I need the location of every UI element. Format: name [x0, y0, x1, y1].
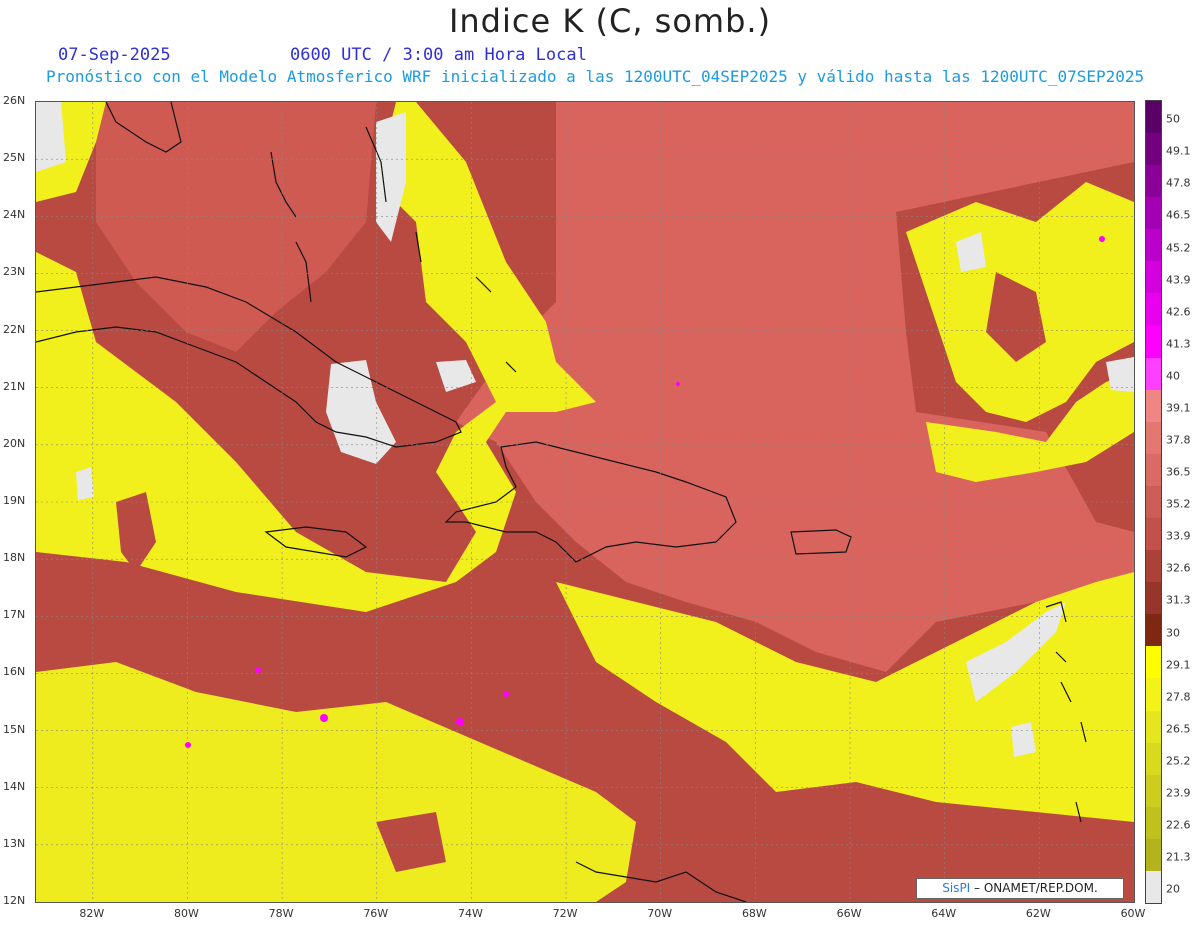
color-scale-label: 50	[1166, 112, 1180, 126]
color-scale-label: 42.6	[1166, 305, 1191, 319]
color-scale-label: 39.1	[1166, 401, 1191, 415]
longitude-label: 76W	[363, 907, 389, 920]
latitude-label: 12N	[3, 894, 26, 907]
color-scale-swatch	[1146, 614, 1161, 647]
color-scale-label: 45.2	[1166, 241, 1191, 255]
color-scale-swatch	[1146, 421, 1161, 455]
credit-box: SisPI – ONAMET/REP.DOM.	[916, 878, 1124, 899]
color-scale-label: 47.8	[1166, 176, 1191, 190]
color-scale-swatch	[1146, 261, 1161, 294]
color-scale-label: 46.5	[1166, 208, 1191, 222]
color-scale-label: 25.2	[1166, 754, 1191, 768]
color-scale-label: 43.9	[1166, 273, 1191, 287]
longitude-label: 72W	[552, 907, 578, 920]
longitude-label: 70W	[647, 907, 673, 920]
latitude-label: 19N	[3, 494, 26, 507]
longitude-label: 82W	[79, 907, 105, 920]
latitude-label: 25N	[3, 151, 26, 165]
latitude-label: 23N	[3, 265, 26, 279]
forecast-date: 07-Sep-2025	[58, 45, 171, 65]
color-scale-label: 23.9	[1166, 786, 1191, 800]
color-scale-swatch	[1146, 678, 1161, 712]
color-scale-swatch	[1146, 293, 1161, 327]
k-max-speck	[456, 718, 464, 726]
color-scale-swatch	[1146, 870, 1161, 904]
map-canvas	[36, 102, 1134, 902]
forecast-time: 0600 UTC / 3:00 am Hora Local	[290, 45, 587, 65]
color-scale-swatch	[1146, 710, 1161, 744]
color-scale-label: 37.8	[1166, 433, 1191, 447]
color-scale-label: 20	[1166, 882, 1180, 896]
credit-text: – ONAMET/REP.DOM.	[974, 881, 1098, 895]
color-scale-swatch	[1146, 485, 1161, 519]
k20-patch-3	[36, 102, 66, 172]
latitude-label: 17N	[3, 608, 26, 622]
color-scale-label: 32.6	[1166, 561, 1191, 575]
color-scale-label: 22.6	[1166, 818, 1191, 832]
color-scale-label: 49.1	[1166, 144, 1191, 158]
k-max-speck	[185, 742, 191, 748]
longitude-label: 60W	[1120, 907, 1146, 920]
latitude-label: 20N	[3, 436, 26, 450]
color-scale-label: 31.3	[1166, 593, 1191, 607]
color-scale-label: 40	[1166, 369, 1180, 383]
color-scale-swatch	[1146, 838, 1161, 872]
longitude-label: 78W	[268, 907, 294, 920]
color-scale-label: 26.5	[1166, 722, 1191, 736]
color-scale-label: 41.3	[1166, 337, 1191, 351]
color-scale-swatch	[1146, 742, 1161, 776]
color-scale-label: 21.3	[1166, 850, 1191, 864]
longitude-label: 80W	[174, 907, 199, 920]
color-scale-swatch	[1146, 389, 1161, 423]
color-scale-swatch	[1146, 165, 1161, 198]
color-scale-swatch	[1146, 197, 1161, 230]
color-scale-swatch	[1146, 453, 1161, 487]
color-scale-swatch	[1146, 101, 1161, 134]
color-scale-label: 29.1	[1166, 658, 1191, 672]
longitude-label: 68W	[741, 907, 767, 920]
color-scale-bar	[1145, 100, 1162, 904]
k-max-speck	[255, 667, 261, 673]
color-scale-swatch	[1146, 357, 1161, 391]
chart-title: Indice K (C, somb.)	[448, 2, 772, 40]
k-max-speck	[320, 714, 328, 722]
latitude-label: 22N	[3, 322, 26, 336]
color-scale-swatch	[1146, 582, 1161, 615]
color-scale-swatch	[1146, 806, 1161, 840]
k-max-speck	[676, 382, 680, 386]
latitude-label: 26N	[3, 94, 26, 107]
longitude-label: 66W	[836, 907, 862, 920]
model-subtitle: Pronóstico con el Modelo Atmosferico WRF…	[46, 67, 1145, 86]
color-scale-swatch	[1146, 133, 1161, 166]
longitude-label: 74W	[457, 907, 483, 920]
color-scale-label: 27.8	[1166, 690, 1191, 704]
color-scale-label: 30	[1166, 626, 1180, 640]
longitude-label: 62W	[1025, 907, 1051, 920]
k-max-speck	[503, 691, 509, 697]
color-scale-label: 33.9	[1166, 529, 1191, 543]
latitude-label: 24N	[3, 208, 26, 222]
latitude-label: 16N	[3, 665, 26, 679]
longitude-label: 64W	[931, 907, 957, 920]
color-scale-label: 35.2	[1166, 497, 1191, 511]
k-index-map	[35, 101, 1135, 903]
latitude-label: 14N	[3, 779, 26, 793]
k-max-speck	[1099, 236, 1105, 242]
color-scale-swatch	[1146, 325, 1161, 359]
sispi-logo-text: SisPI	[942, 881, 971, 895]
k20-patch-8	[76, 467, 94, 500]
latitude-label: 13N	[3, 836, 26, 850]
color-scale-swatch	[1146, 646, 1161, 679]
color-scale-swatch	[1146, 774, 1161, 808]
color-scale-swatch	[1146, 550, 1161, 583]
color-scale-label: 36.5	[1166, 465, 1191, 479]
latitude-label: 18N	[3, 551, 26, 565]
latitude-label: 15N	[3, 722, 26, 736]
color-scale-swatch	[1146, 229, 1161, 262]
latitude-label: 21N	[3, 379, 26, 393]
color-scale-swatch	[1146, 518, 1161, 551]
